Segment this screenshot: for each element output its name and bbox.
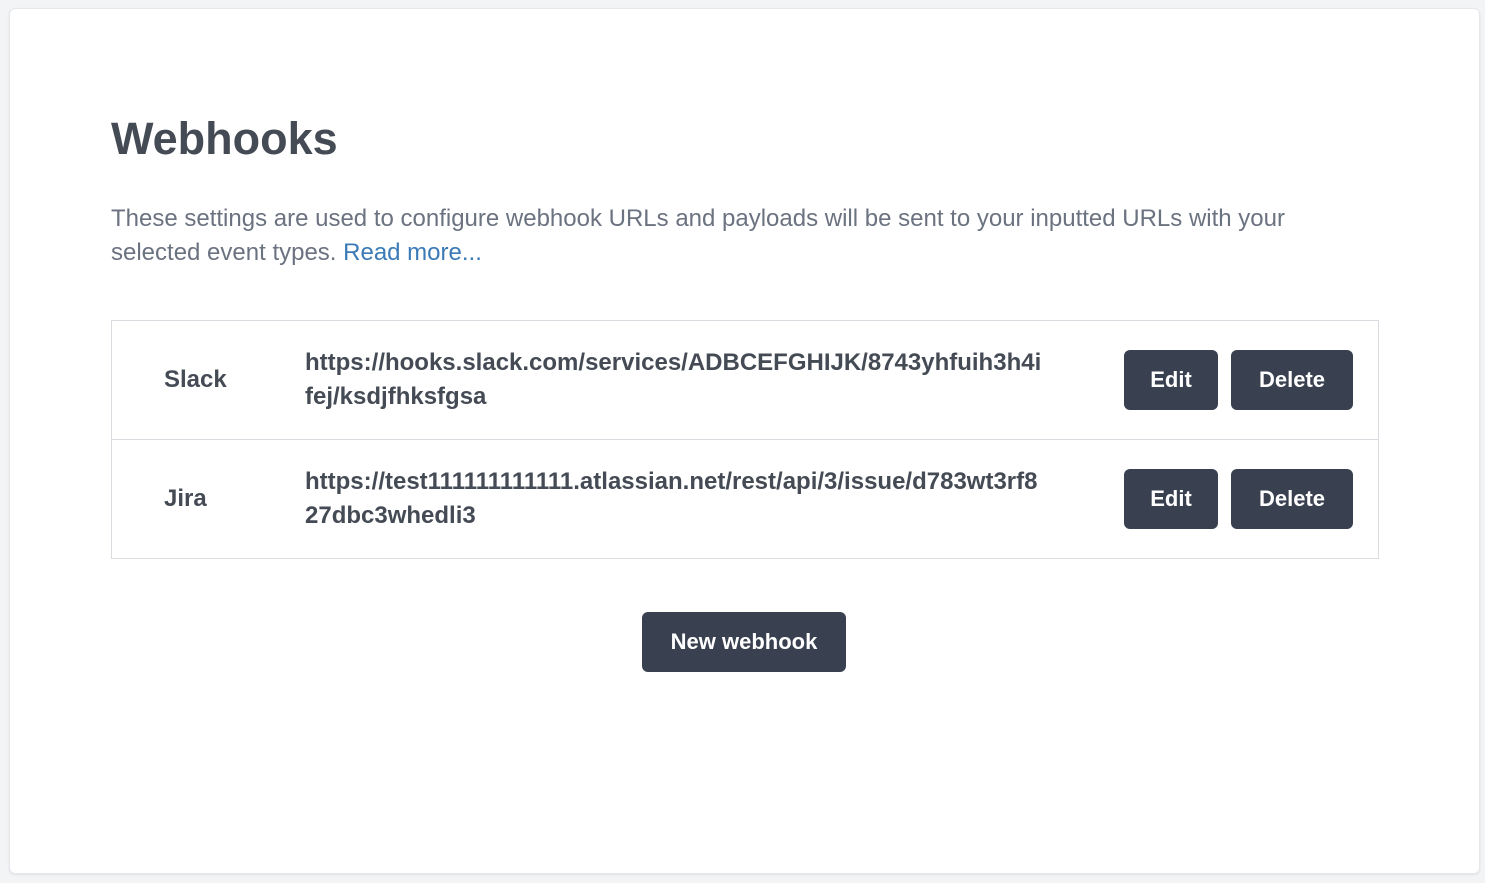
webhook-url: https://hooks.slack.com/services/ADBCEFG… <box>305 321 1045 439</box>
page-title: Webhooks <box>111 113 338 164</box>
page-description: These settings are used to configure web… <box>111 202 1376 270</box>
webhook-name: Slack <box>164 366 227 393</box>
webhook-url: https://test111111111111.atlassian.net/r… <box>305 440 1045 558</box>
webhook-row-slack: Slack https://hooks.slack.com/services/A… <box>112 321 1378 440</box>
read-more-link[interactable]: Read more... <box>343 239 482 266</box>
description-text: These settings are used to configure web… <box>111 205 1285 266</box>
new-webhook-button[interactable]: New webhook <box>642 612 846 672</box>
webhook-name: Jira <box>164 485 207 512</box>
webhook-url-text: https://hooks.slack.com/services/ADBCEFG… <box>305 349 1042 410</box>
delete-button[interactable]: Delete <box>1231 350 1353 410</box>
edit-button[interactable]: Edit <box>1124 469 1218 529</box>
edit-button[interactable]: Edit <box>1124 350 1218 410</box>
webhook-row-jira: Jira https://test111111111111.atlassian.… <box>112 440 1378 558</box>
webhooks-table: Slack https://hooks.slack.com/services/A… <box>111 320 1379 559</box>
webhooks-card: Webhooks These settings are used to conf… <box>9 8 1480 874</box>
delete-button[interactable]: Delete <box>1231 469 1353 529</box>
webhook-url-text: https://test111111111111.atlassian.net/r… <box>305 468 1038 529</box>
